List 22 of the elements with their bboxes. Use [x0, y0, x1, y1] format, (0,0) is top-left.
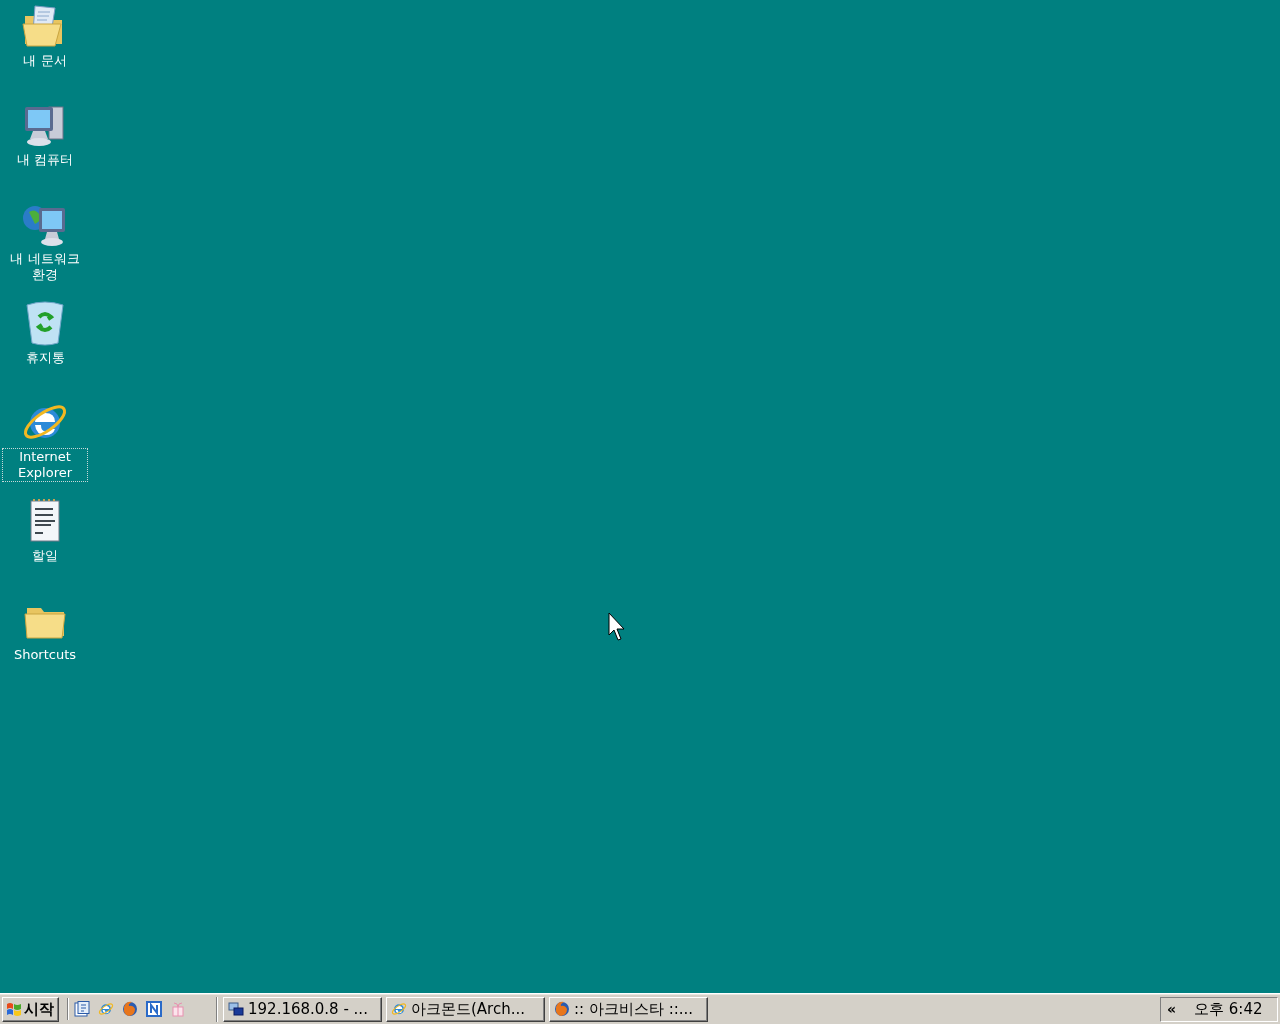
desktop-icon-label[interactable]: Shortcuts: [11, 646, 79, 664]
show-hidden-icons-button[interactable]: «: [1167, 1001, 1177, 1017]
browser-e-icon[interactable]: [98, 1001, 114, 1017]
desktop-icon-label[interactable]: 내 문서: [21, 52, 69, 70]
start-button[interactable]: 시작: [2, 996, 59, 1022]
remote-screens-icon: [228, 1001, 244, 1017]
mouse-pointer-icon: [608, 612, 626, 642]
desktop-icon-label[interactable]: 휴지통: [23, 349, 67, 367]
fox-globe-icon: [554, 1001, 570, 1017]
clock: 오후 6:42: [1194, 999, 1263, 1019]
n-letter-icon[interactable]: [146, 1001, 162, 1017]
desktop-icon-label[interactable]: Internet Explorer: [2, 448, 88, 482]
desktop-icon-label[interactable]: 내 컴퓨터: [14, 151, 76, 169]
desktop-icon-label[interactable]: 내 네트워크 환경: [2, 250, 88, 284]
window-page-icon[interactable]: [74, 1001, 90, 1017]
taskbar-button[interactable]: 192.168.0.8 - ...: [223, 996, 382, 1022]
taskbar-button[interactable]: :: 아크비스타 ::...: [549, 996, 708, 1022]
windows-logo-icon: [6, 1001, 22, 1017]
browser-e-icon: [391, 1001, 407, 1017]
fox-globe-icon[interactable]: [122, 1001, 138, 1017]
desktop-icon-label[interactable]: 할일: [30, 547, 60, 565]
taskbar-button[interactable]: 아크몬드(Arch...: [386, 996, 545, 1022]
